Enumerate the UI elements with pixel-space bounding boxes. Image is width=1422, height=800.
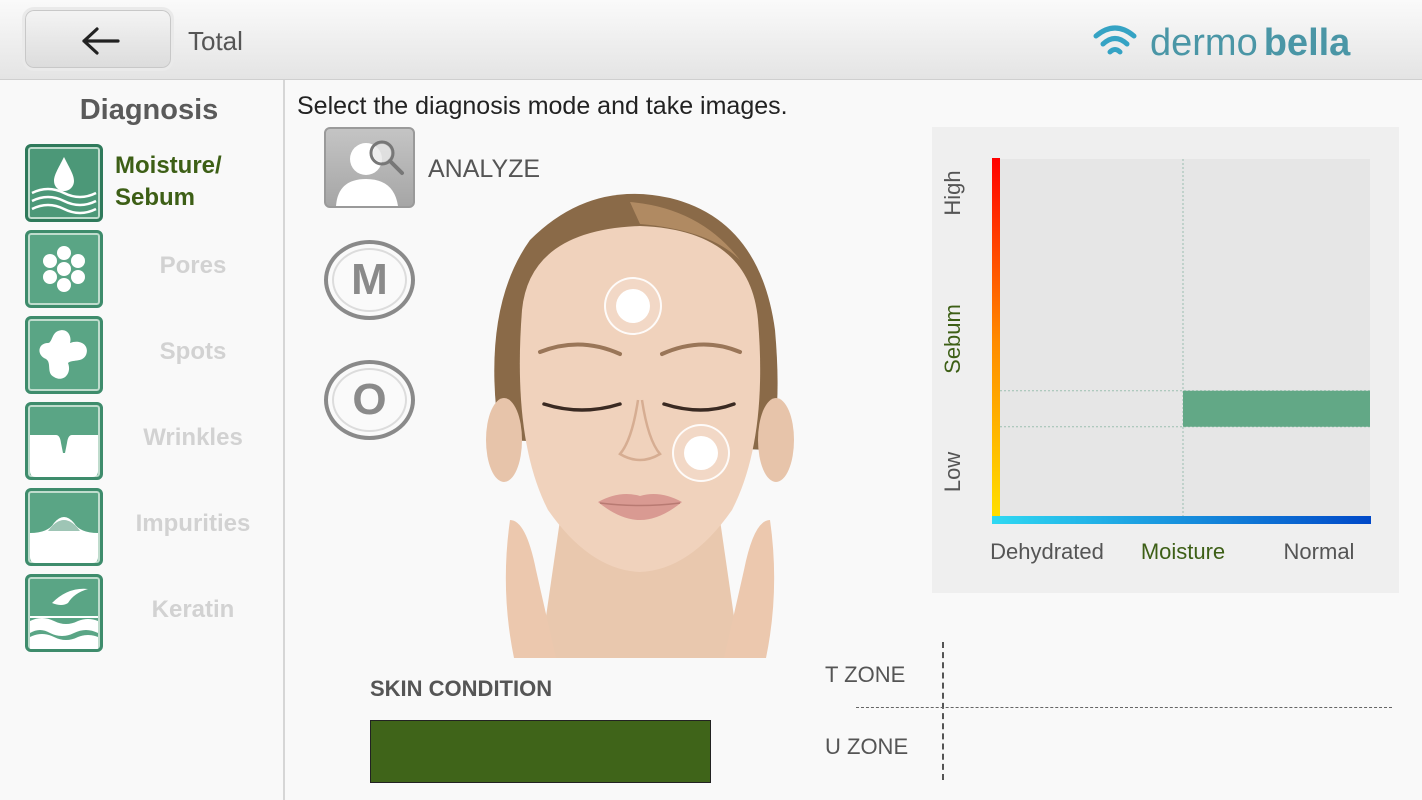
t-zone-label: T ZONE	[825, 662, 906, 687]
sidebar-item-pores[interactable]: Pores	[25, 230, 283, 308]
arrow-left-icon	[82, 27, 120, 55]
chart-svg: Low Sebum High Dehydrated Moisture Normal	[940, 158, 1371, 564]
skin-condition-bar	[370, 720, 711, 783]
mode-m-button[interactable]: M	[324, 240, 415, 320]
sidebar-item-label: Wrinkles	[143, 424, 243, 451]
sidebar-item-label: Keratin	[151, 596, 235, 623]
mode-o-label: O	[352, 375, 387, 424]
sidebar-item-spots[interactable]: Spots	[25, 316, 283, 394]
wifi-icon	[1093, 25, 1137, 55]
droplet-icon	[25, 144, 103, 222]
measure-point-cheek[interactable]	[672, 424, 730, 482]
sidebar-item-label: Moisture/Sebum	[115, 152, 222, 211]
y-axis-gradient	[992, 158, 1000, 522]
zone-divider-horizontal	[856, 707, 1392, 708]
skin-condition-title: SKIN CONDITION	[370, 676, 553, 701]
x-axis-label: Moisture	[1141, 539, 1225, 564]
moisture-sebum-chart: Low Sebum High Dehydrated Moisture Normal	[932, 127, 1399, 593]
u-zone-label: U ZONE	[825, 734, 909, 759]
sidebar-item-label: Spots	[159, 338, 227, 365]
x-axis-label: Dehydrated	[990, 539, 1104, 564]
wrinkles-icon	[25, 402, 103, 480]
mode-o-button[interactable]: O	[324, 360, 415, 440]
face-image	[470, 190, 810, 658]
analyze-button[interactable]	[324, 127, 415, 208]
zone-divider-vertical	[942, 642, 944, 780]
sidebar-item-impurities[interactable]: Impurities	[25, 488, 283, 566]
sidebar-item-wrinkles[interactable]: Wrinkles	[25, 402, 283, 480]
y-axis-label: Low	[940, 452, 965, 492]
analyze-label: ANALYZE	[428, 155, 541, 183]
back-button[interactable]	[22, 7, 174, 71]
brand-name: dermo bella	[1150, 22, 1351, 64]
user-search-icon	[336, 140, 404, 206]
y-axis-label: Sebum	[940, 304, 965, 374]
sidebar-title: Diagnosis	[79, 94, 219, 126]
sidebar-item-keratin[interactable]: Keratin	[25, 574, 283, 652]
x-axis-gradient	[992, 516, 1371, 524]
keratin-icon	[25, 574, 103, 652]
mode-m-label: M	[351, 255, 388, 304]
spots-icon	[25, 316, 103, 394]
x-axis-label: Normal	[1284, 539, 1355, 564]
sidebar-item-moisture-sebum[interactable]: Moisture/Sebum	[25, 144, 283, 222]
y-axis-label: High	[940, 170, 965, 215]
brand-logo: dermo bella	[1092, 18, 1392, 68]
pores-icon	[25, 230, 103, 308]
impurities-icon	[25, 488, 103, 566]
top-bar: Total dermo bella	[0, 0, 1422, 80]
instruction-text: Select the diagnosis mode and take image…	[297, 92, 788, 120]
sidebar-item-label: Impurities	[135, 510, 251, 537]
measure-point-forehead[interactable]	[604, 277, 662, 335]
page-title: Total	[188, 26, 243, 56]
sidebar-item-label: Pores	[159, 252, 227, 279]
result-band	[1183, 390, 1370, 427]
